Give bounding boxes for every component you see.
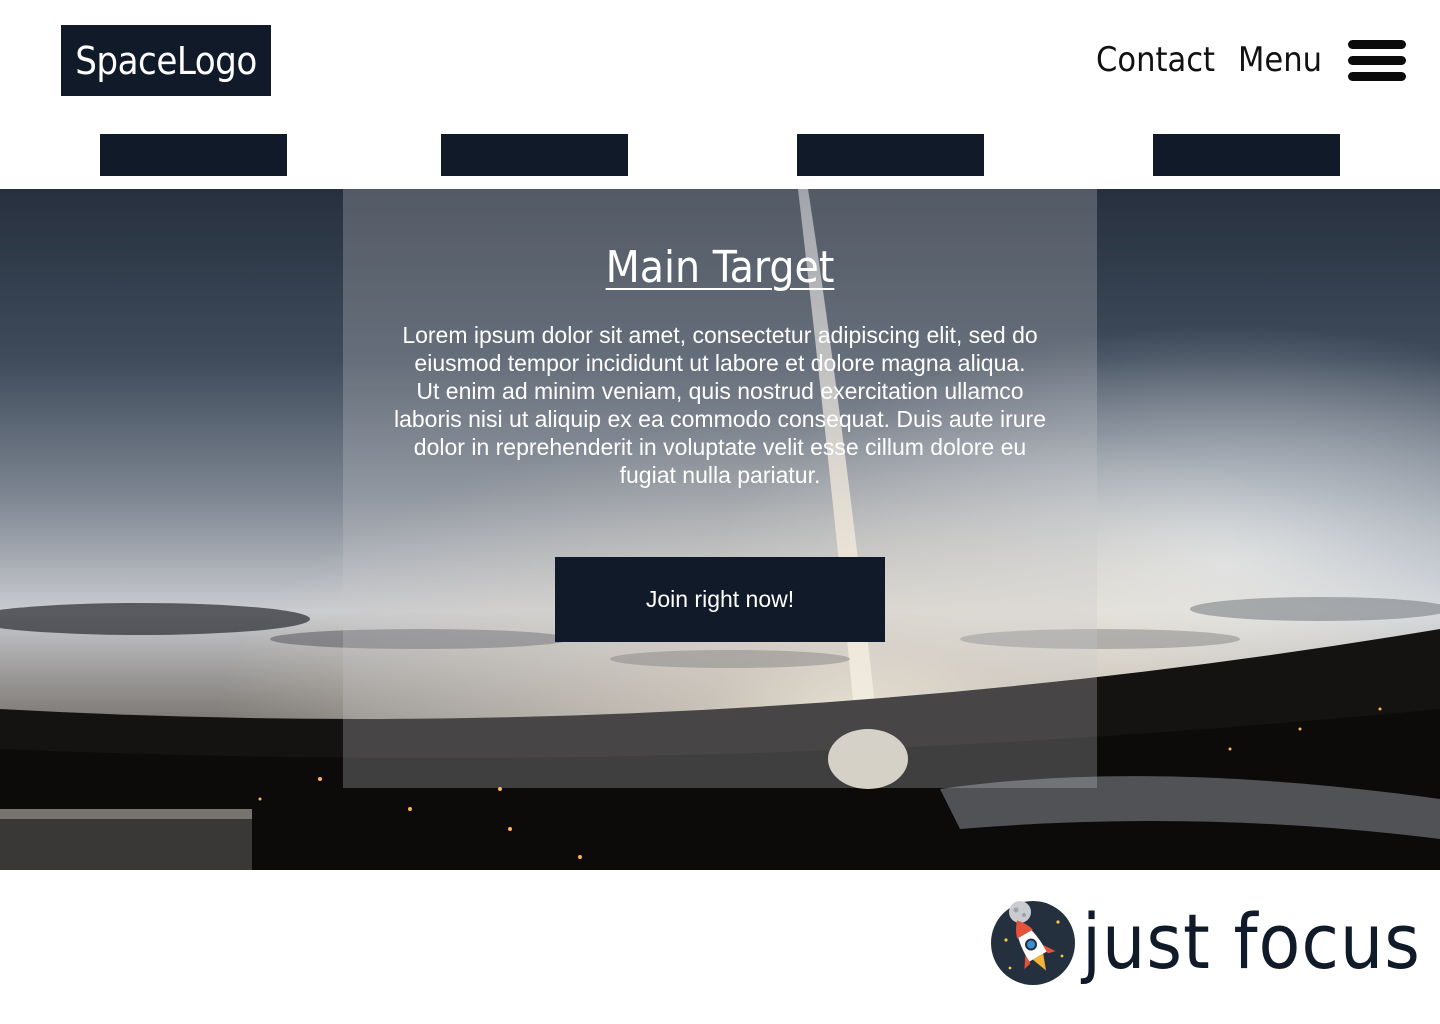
subnav-item-1[interactable] bbox=[100, 134, 287, 176]
hero-text: Lorem ipsum dolor sit amet, consectetur … bbox=[383, 321, 1057, 489]
hamburger-menu-icon[interactable] bbox=[1348, 40, 1406, 82]
hero-title: Main Target bbox=[605, 242, 835, 293]
hero-section: Main Target Lorem ipsum dolor sit amet, … bbox=[0, 189, 1440, 870]
subnav-item-4[interactable] bbox=[1153, 134, 1340, 176]
hero-paragraph-2: Ut enim ad minim veniam, quis nostrud ex… bbox=[393, 378, 1047, 488]
brand-text: just focus bbox=[1082, 897, 1421, 986]
join-now-button[interactable]: Join right now! bbox=[555, 557, 885, 642]
hamburger-bar bbox=[1348, 72, 1406, 81]
hamburger-bar bbox=[1348, 56, 1406, 65]
logo-text: SpaceLogo bbox=[75, 38, 257, 83]
nav-contact-link[interactable]: Contact bbox=[1096, 36, 1215, 84]
subnav-item-2[interactable] bbox=[441, 134, 628, 176]
subnav-item-3[interactable] bbox=[797, 134, 984, 176]
rocket-moon-icon bbox=[991, 901, 1075, 985]
footer-brand: just focus bbox=[990, 897, 1420, 998]
hero-paragraph-1: Lorem ipsum dolor sit amet, consectetur … bbox=[402, 322, 1038, 376]
hamburger-bar bbox=[1348, 40, 1406, 49]
hero-panel: Main Target Lorem ipsum dolor sit amet, … bbox=[343, 189, 1097, 788]
nav-menu-link[interactable]: Menu bbox=[1238, 36, 1322, 84]
site-logo[interactable]: SpaceLogo bbox=[61, 25, 271, 96]
